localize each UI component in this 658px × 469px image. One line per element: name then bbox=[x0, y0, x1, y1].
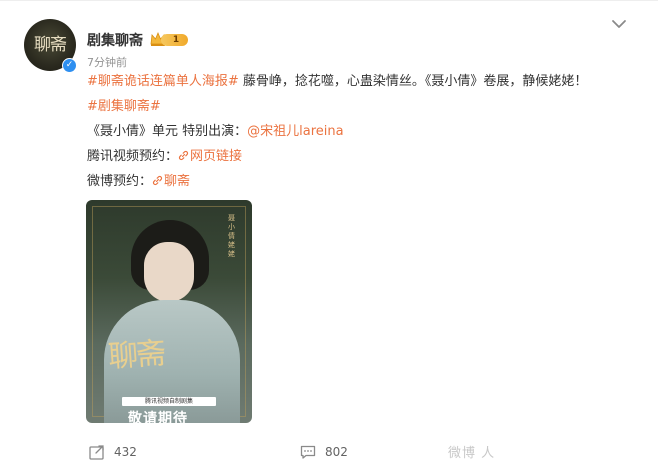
comment-count: 802 bbox=[325, 445, 348, 459]
web-link-label: 网页链接 bbox=[190, 149, 243, 164]
poster-logo: 聊斋 bbox=[107, 336, 166, 375]
content-line-4: 腾讯视频预约： 网页链接 bbox=[87, 148, 242, 166]
web-link[interactable]: 网页链接 bbox=[178, 149, 242, 164]
topic-link-poster[interactable]: #聊斋诡话连篇单人海报# bbox=[87, 74, 239, 89]
repost-button[interactable]: 432 bbox=[88, 443, 137, 461]
content-line-1: #聊斋诡话连篇单人海报# 藤骨峥，捻花噬，心蛊染情丝。《聂小倩》卷展，静候姥姥！ bbox=[87, 73, 587, 91]
topic-link-series[interactable]: #剧集聊斋# bbox=[87, 99, 161, 114]
repost-count: 432 bbox=[114, 445, 137, 459]
poster-image[interactable]: 聂小倩 姥姥 聊斋 腾讯视频自制剧集 敬请期待 bbox=[86, 200, 252, 423]
user-level-badge[interactable]: 1 bbox=[149, 31, 188, 47]
poster-side-text: 聂小倩 姥姥 bbox=[228, 214, 235, 258]
post-time[interactable]: 7分钟前 bbox=[87, 54, 127, 70]
action-bar: 432 802 bbox=[0, 437, 658, 467]
weibo-link[interactable]: 聊斋 bbox=[152, 174, 190, 189]
poster-bottom-text: 敬请期待 bbox=[128, 411, 188, 423]
weibo-watermark: 微博 人 bbox=[448, 446, 496, 461]
content-line-2: #剧集聊斋# bbox=[87, 98, 161, 116]
poster-figure-face bbox=[144, 242, 194, 302]
weibo-post-card: 聊斋 ✓ 剧集聊斋 1 7分钟前 #聊斋诡话连篇单人海报# 藤骨峥，捻花噬，心蛊… bbox=[0, 0, 658, 469]
verified-icon: ✓ bbox=[62, 58, 77, 73]
content-line-3: 《聂小倩》单元 特别出演：@宋祖儿lareina bbox=[87, 123, 344, 141]
comment-button[interactable]: 802 bbox=[299, 443, 348, 461]
repost-icon bbox=[89, 445, 104, 460]
mention-link[interactable]: @宋祖儿lareina bbox=[247, 124, 343, 139]
poster-subtitle: 腾讯视频自制剧集 bbox=[122, 397, 216, 406]
weibo-link-label: 聊斋 bbox=[164, 174, 191, 189]
link-icon bbox=[152, 175, 163, 186]
badge-level: 1 bbox=[161, 34, 188, 46]
chevron-down-icon[interactable] bbox=[610, 17, 628, 31]
comment-icon bbox=[300, 445, 316, 459]
content-line-5: 微博预约： 聊斋 bbox=[87, 173, 190, 191]
author-name[interactable]: 剧集聊斋 bbox=[87, 30, 143, 50]
content-text-5: 微博预约： bbox=[87, 174, 153, 189]
content-text-3: 《聂小倩》单元 特别出演： bbox=[87, 124, 248, 139]
link-icon bbox=[178, 150, 189, 161]
content-text-1: 藤骨峥，捻花噬，心蛊染情丝。《聂小倩》卷展，静候姥姥！ bbox=[238, 74, 588, 89]
content-text-4: 腾讯视频预约： bbox=[87, 149, 179, 164]
